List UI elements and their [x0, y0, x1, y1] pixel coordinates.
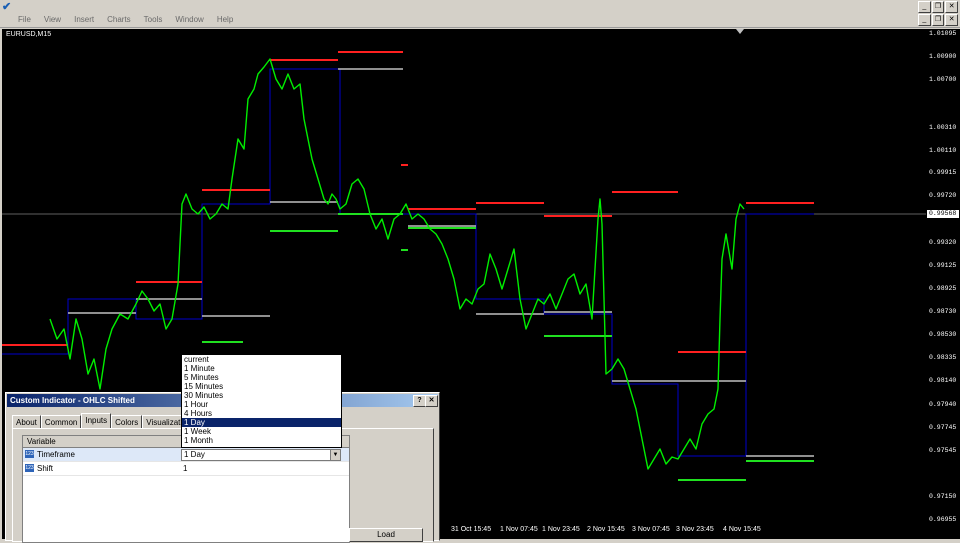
timeframe-select[interactable]: 1 Day ▼ [181, 449, 341, 461]
inputs-grid: Variable 123 Timeframe 1 Day ▼ 123 Shift… [22, 435, 350, 543]
menu-tools[interactable]: Tools [144, 14, 163, 26]
dropdown-option[interactable]: 1 Week [182, 427, 341, 436]
input-row-timeframe[interactable]: 123 Timeframe 1 Day ▼ [23, 448, 349, 462]
load-button[interactable]: Load [349, 528, 423, 542]
time-tick: 1 Nov 07:45 [500, 526, 538, 533]
close-button[interactable]: ✕ [945, 1, 958, 13]
menu-view[interactable]: View [44, 14, 61, 26]
menu-file[interactable]: File [18, 14, 31, 26]
price-tick: 0.98530 [929, 331, 957, 338]
shift-marker-icon [736, 29, 744, 34]
tab-colors[interactable]: Colors [111, 415, 143, 429]
dialog-close-button[interactable]: ✕ [425, 395, 438, 407]
price-tick: 0.98335 [929, 354, 957, 361]
chart-restore-button[interactable]: ❐ [931, 14, 945, 26]
price-tick: 0.97545 [929, 447, 957, 454]
variable-name: Shift [37, 464, 54, 473]
price-tick: 0.97940 [929, 401, 957, 408]
timeframe-dropdown-list: current 1 Minute 5 Minutes 15 Minutes 30… [181, 354, 342, 448]
price-tick: 1.00110 [929, 147, 957, 154]
menu-charts[interactable]: Charts [107, 14, 131, 26]
price-tick: 1.00310 [929, 124, 957, 131]
restore-button[interactable]: ❐ [931, 1, 945, 13]
menu-help[interactable]: Help [217, 14, 233, 26]
menu-window[interactable]: Window [175, 14, 203, 26]
chart-symbol-label: EURUSD,M15 [6, 31, 52, 38]
dropdown-option[interactable]: current [182, 355, 341, 364]
price-tick: 0.99915 [929, 169, 957, 176]
integer-type-icon: 123 [25, 450, 34, 458]
price-tick: 0.99125 [929, 262, 957, 269]
minimize-button[interactable]: _ [917, 1, 931, 13]
time-tick: 3 Nov 23:45 [676, 526, 714, 533]
menu-items: File View Insert Charts Tools Window Hel… [18, 14, 246, 26]
time-tick: 3 Nov 07:45 [632, 526, 670, 533]
price-tick: 1.00900 [929, 53, 957, 60]
price-tick: 1.01095 [929, 30, 957, 37]
dropdown-option[interactable]: 15 Minutes [182, 382, 341, 391]
tab-common[interactable]: Common [40, 415, 82, 429]
menu-insert[interactable]: Insert [74, 14, 94, 26]
app-window-controls: _ ❐ ✕ [917, 1, 958, 13]
price-axis: 1.01095 1.00900 1.00700 1.00310 1.00110 … [926, 29, 960, 539]
dropdown-option[interactable]: 5 Minutes [182, 373, 341, 382]
integer-type-icon: 123 [25, 464, 34, 472]
price-tick: 0.98925 [929, 285, 957, 292]
menu-bar: ✔ _ ❐ ✕ File View Insert Charts Tools Wi… [0, 0, 960, 28]
variable-name: Timeframe [37, 450, 75, 459]
timeframe-value: 1 Day [184, 450, 205, 459]
dialog-tabs: About Common Inputs Colors Visualization [12, 413, 196, 429]
shift-value[interactable]: 1 [183, 462, 187, 475]
current-price-label: 0.99568 [927, 210, 959, 218]
chevron-down-icon[interactable]: ▼ [330, 450, 340, 460]
price-tick: 0.97150 [929, 493, 957, 500]
price-tick: 0.96955 [929, 516, 957, 523]
dialog-title: Custom Indicator - OHLC Shifted [10, 396, 135, 405]
app-icon: ✔ [2, 1, 12, 13]
dropdown-option[interactable]: 1 Minute [182, 364, 341, 373]
dropdown-option-selected[interactable]: 1 Day [182, 418, 341, 427]
price-tick: 0.99320 [929, 239, 957, 246]
price-tick: 0.97745 [929, 424, 957, 431]
price-tick: 0.99720 [929, 192, 957, 199]
chart-window-controls: _ ❐ ✕ [917, 14, 958, 26]
price-tick: 0.98730 [929, 308, 957, 315]
column-variable[interactable]: Variable [27, 436, 56, 447]
time-tick: 1 Nov 23:45 [542, 526, 580, 533]
price-tick: 0.98140 [929, 377, 957, 384]
time-tick: 4 Nov 15:45 [723, 526, 761, 533]
dropdown-option[interactable]: 4 Hours [182, 409, 341, 418]
tab-inputs[interactable]: Inputs [81, 413, 112, 429]
chart-minimize-button[interactable]: _ [917, 14, 931, 26]
high-levels [2, 51, 814, 353]
input-row-shift[interactable]: 123 Shift 1 [23, 462, 349, 476]
price-tick: 1.00700 [929, 76, 957, 83]
dropdown-option[interactable]: 30 Minutes [182, 391, 341, 400]
chart-close-button[interactable]: ✕ [945, 14, 958, 26]
dropdown-option[interactable]: 1 Hour [182, 400, 341, 409]
time-tick: 31 Oct 15:45 [451, 526, 492, 533]
tab-about[interactable]: About [12, 415, 41, 429]
time-tick: 2 Nov 15:45 [587, 526, 625, 533]
dropdown-option[interactable]: 1 Month [182, 436, 341, 445]
